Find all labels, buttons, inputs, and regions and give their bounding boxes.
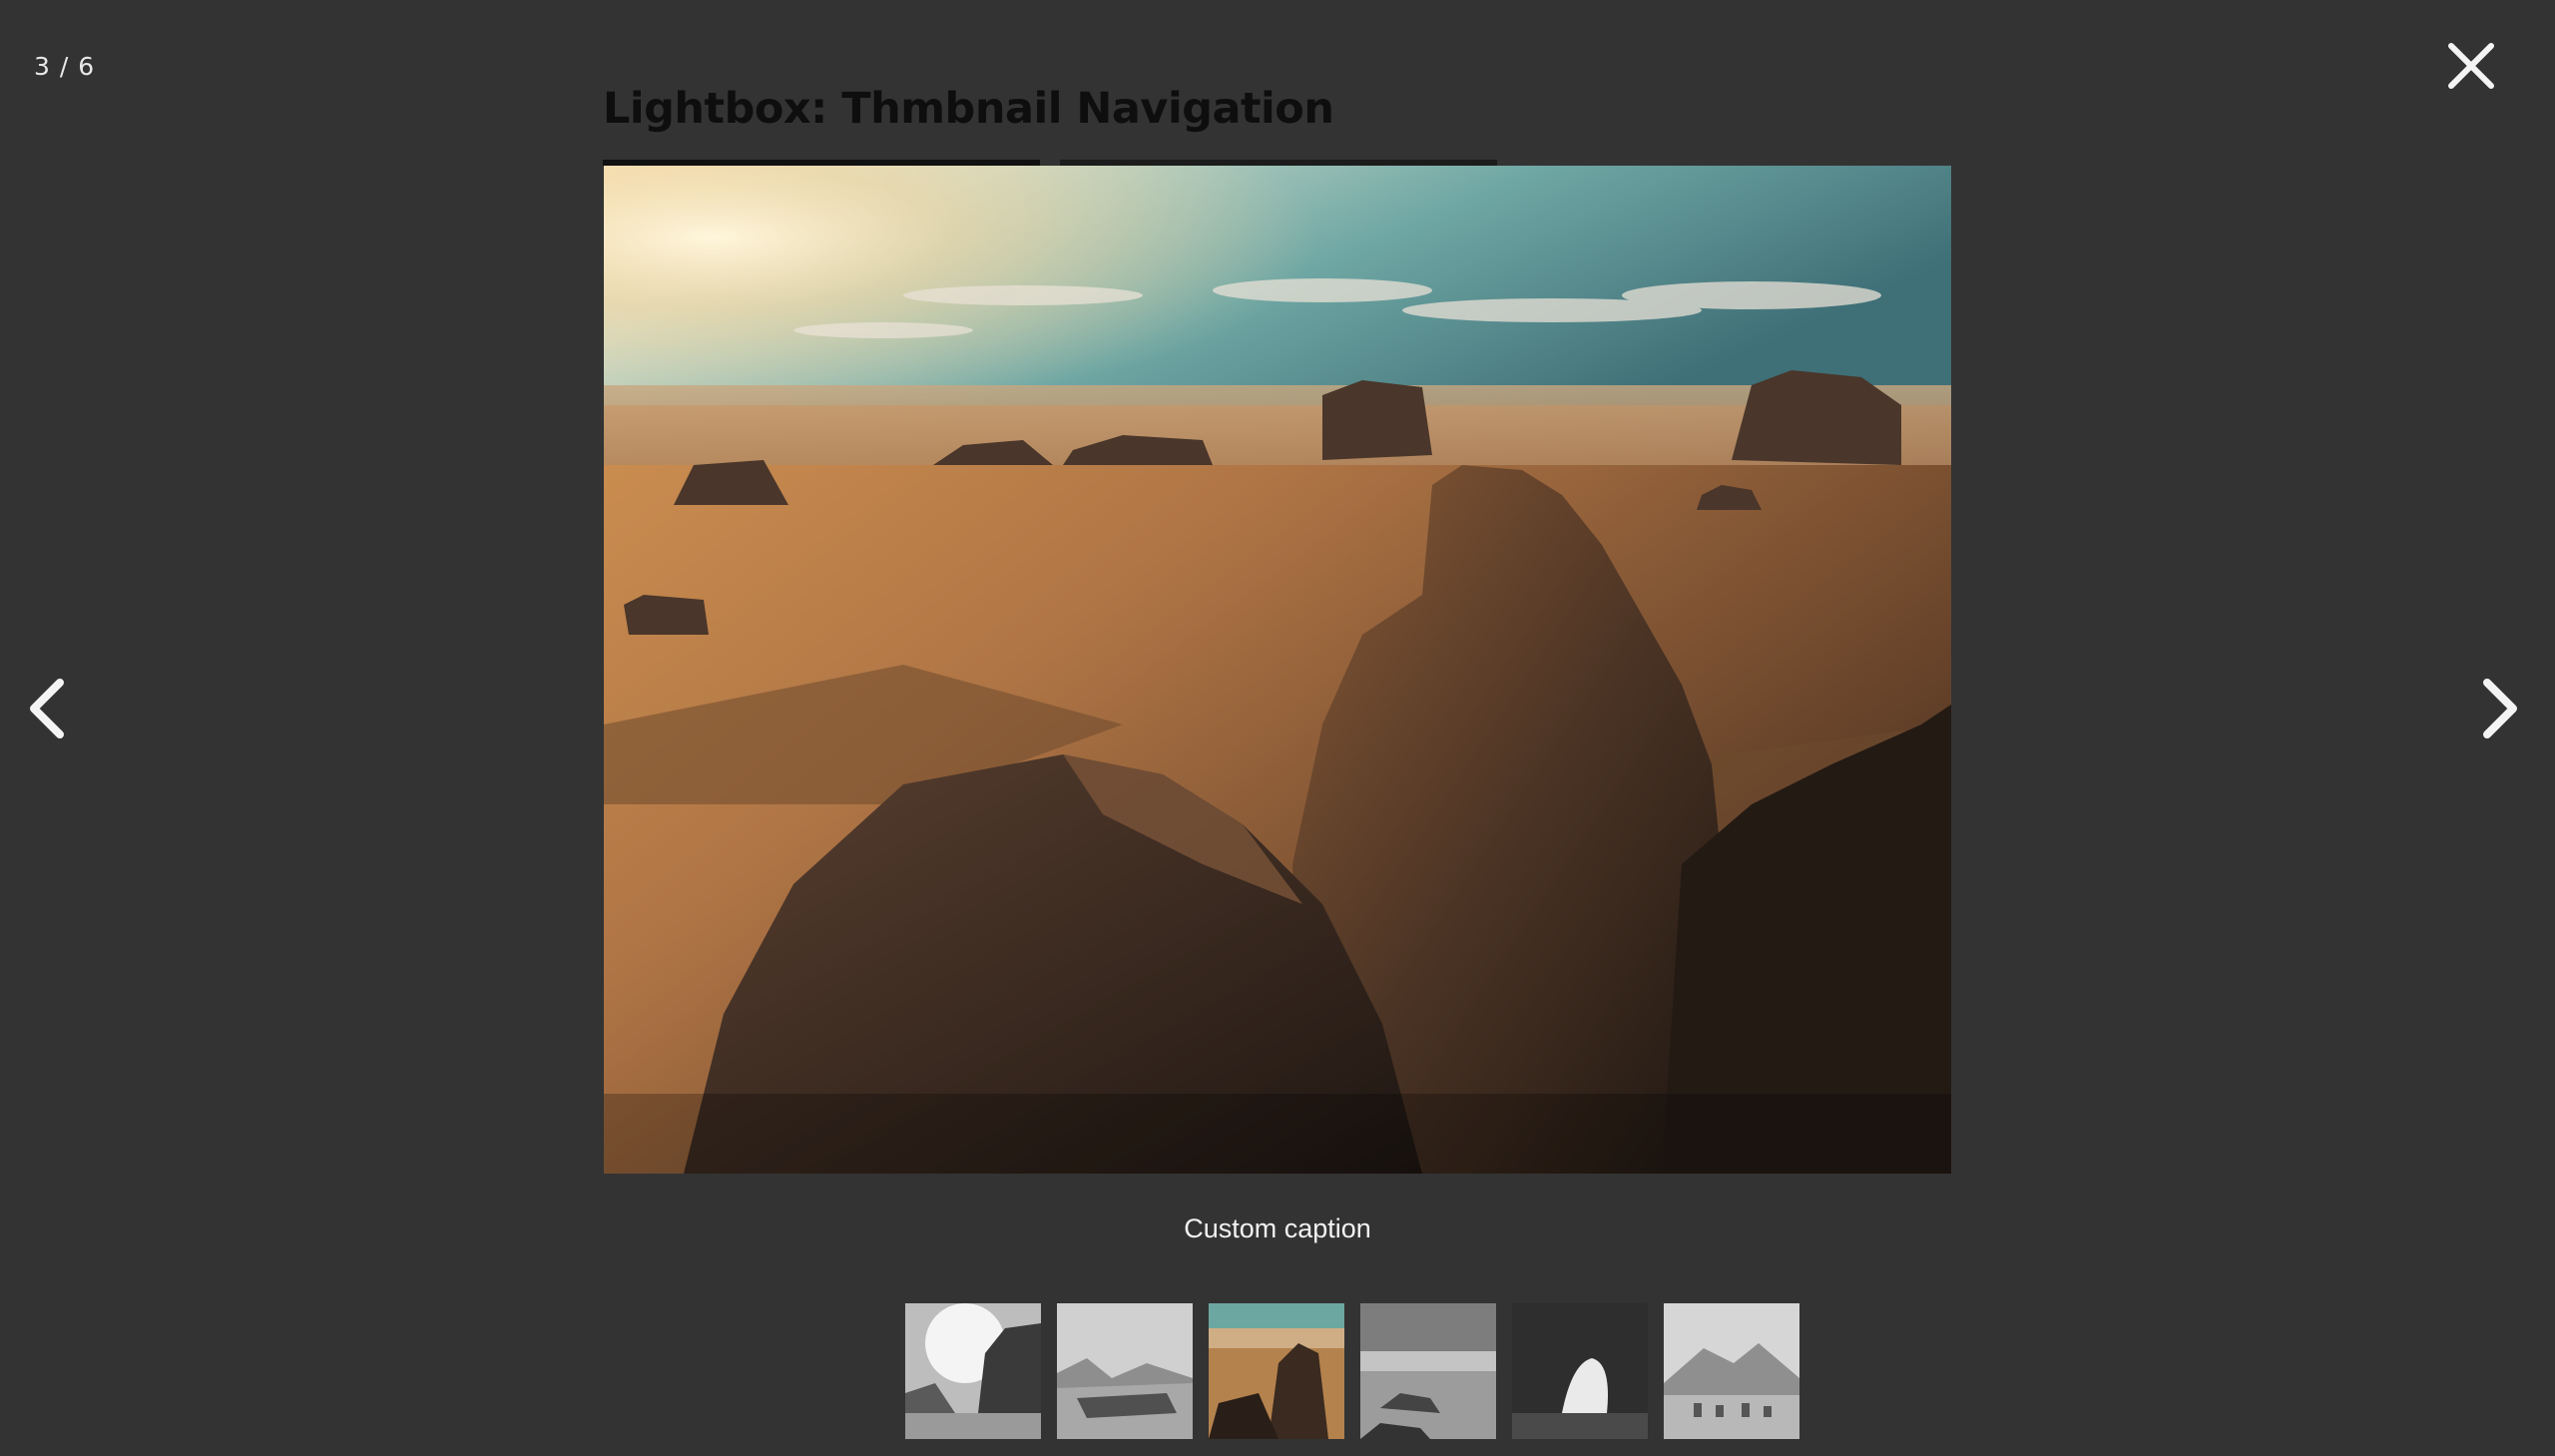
page-title: Lightbox: Thmbnail Navigation bbox=[603, 84, 1334, 134]
thumbnail-1[interactable] bbox=[905, 1303, 1041, 1439]
thumbnail-3[interactable] bbox=[1209, 1303, 1344, 1439]
chevron-left-icon bbox=[30, 679, 64, 738]
thumbnail-4[interactable] bbox=[1360, 1303, 1496, 1439]
thumbnail-6[interactable] bbox=[1664, 1303, 1799, 1439]
image-counter: 3 / 6 bbox=[34, 52, 96, 81]
next-button[interactable] bbox=[2463, 669, 2533, 748]
image-caption: Custom caption bbox=[1184, 1213, 1371, 1243]
close-button[interactable] bbox=[2441, 36, 2501, 96]
previous-button[interactable] bbox=[14, 669, 84, 748]
chevron-right-icon bbox=[2483, 679, 2517, 738]
close-icon bbox=[2448, 43, 2494, 89]
thumbnail-5[interactable] bbox=[1512, 1303, 1648, 1439]
main-image bbox=[604, 166, 1951, 1174]
thumbnail-strip bbox=[905, 1303, 1799, 1439]
thumbnail-2[interactable] bbox=[1057, 1303, 1193, 1439]
lightbox-overlay: Lightbox: Thmbnail Navigation 3 / 6 Cust… bbox=[0, 0, 2555, 1456]
